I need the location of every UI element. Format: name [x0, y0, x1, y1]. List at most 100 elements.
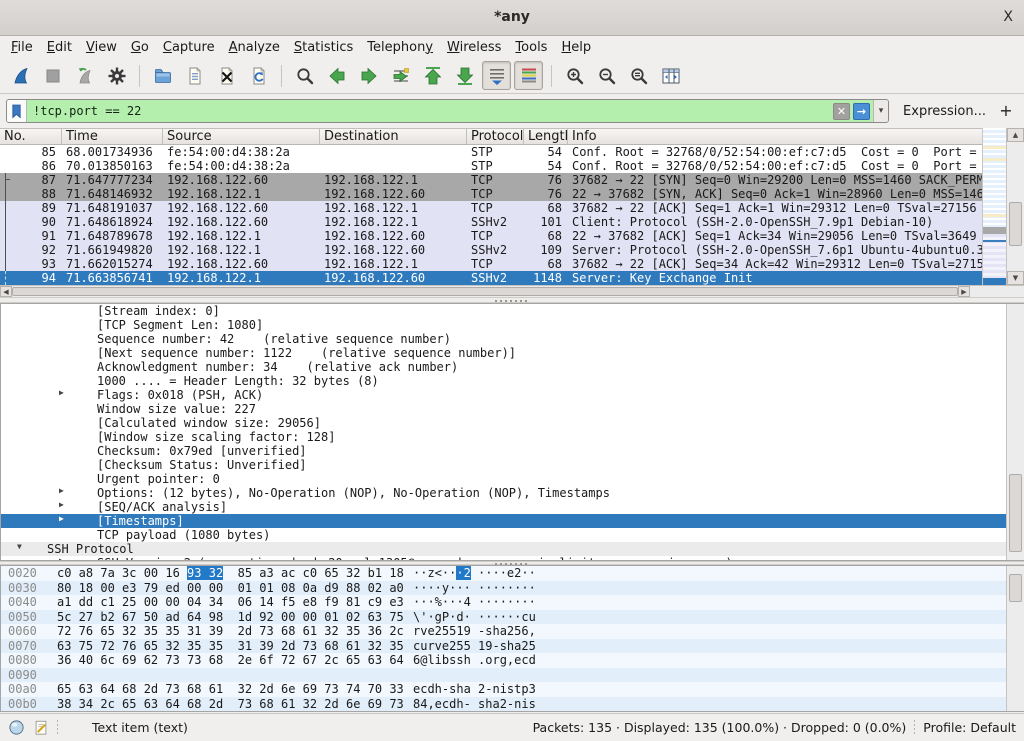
column-header-destination[interactable]: Destination	[320, 129, 467, 144]
packet-row[interactable]: 9371.662015274192.168.122.60192.168.122.…	[0, 257, 982, 271]
go-to-packet-button[interactable]	[386, 61, 415, 90]
hex-row[interactable]: 00505c 27 b2 67 50 ad 64 98 1d 92 00 00 …	[1, 610, 1023, 625]
menu-help[interactable]: Help	[554, 38, 598, 57]
packet-row[interactable]: 8871.648146932192.168.122.1192.168.122.6…	[0, 187, 982, 201]
detail-row[interactable]: [Checksum Status: Unverified]	[1, 458, 1023, 472]
packet-list-hscrollbar[interactable]: ◀ ▶	[0, 285, 970, 297]
bytes-vscrollbar[interactable]	[1006, 566, 1024, 711]
detail-row[interactable]: [TCP Segment Len: 1080]	[1, 318, 1023, 332]
packet-row[interactable]: 9171.648789678192.168.122.1192.168.122.6…	[0, 229, 982, 243]
hex-row[interactable]: 0090	[1, 668, 1023, 683]
detail-row[interactable]: [Window size scaling factor: 128]	[1, 430, 1023, 444]
close-button[interactable]: X	[1003, 9, 1013, 25]
go-last-packet-button[interactable]	[450, 61, 479, 90]
packet-row[interactable]: 8568.001734936fe:54:00:d4:38:2aSTP54Conf…	[0, 145, 982, 159]
scrollbar-thumb[interactable]	[1009, 474, 1022, 552]
restart-capture-button[interactable]	[70, 61, 99, 90]
column-header-time[interactable]: Time	[62, 129, 163, 144]
add-filter-button[interactable]: +	[996, 101, 1016, 121]
expression-button[interactable]: Expression...	[889, 104, 996, 119]
packet-row-selected[interactable]: 9471.663856741192.168.122.1192.168.122.6…	[0, 271, 982, 285]
detail-row[interactable]: [Next sequence number: 1122 (relative se…	[1, 346, 1023, 360]
start-capture-button[interactable]	[6, 61, 35, 90]
hex-row[interactable]: 0040a1 dd c1 25 00 00 04 34 06 14 f5 e8 …	[1, 595, 1023, 610]
hex-row[interactable]: 0020c0 a8 7a 3c 00 16 93 32 85 a3 ac c0 …	[1, 566, 1023, 581]
zoom-out-button[interactable]	[592, 61, 621, 90]
menu-go[interactable]: Go	[124, 38, 156, 57]
menu-statistics[interactable]: Statistics	[287, 38, 360, 57]
detail-row[interactable]: Sequence number: 42 (relative sequence n…	[1, 332, 1023, 346]
menu-edit[interactable]: Edit	[40, 38, 79, 57]
go-back-button[interactable]	[322, 61, 351, 90]
scroll-up-button[interactable]: ▲	[1007, 128, 1024, 142]
packet-list-vscrollbar[interactable]: ▲ ▼	[1006, 128, 1024, 285]
save-capture-file-button[interactable]	[180, 61, 209, 90]
capture-options-button[interactable]	[102, 61, 131, 90]
zoom-in-button[interactable]	[560, 61, 589, 90]
go-forward-button[interactable]	[354, 61, 383, 90]
detail-row[interactable]: 1000 .... = Header Length: 32 bytes (8)	[1, 374, 1023, 388]
packet-minimap[interactable]	[982, 128, 1006, 285]
open-capture-file-button[interactable]	[148, 61, 177, 90]
scroll-right-button[interactable]: ▶	[958, 286, 970, 297]
hex-row[interactable]: 006072 76 65 32 35 35 31 39 2d 73 68 61 …	[1, 624, 1023, 639]
detail-row[interactable]: Acknowledgment number: 34 (relative ack …	[1, 360, 1023, 374]
hex-row[interactable]: 007063 75 72 76 65 32 35 35 31 39 2d 73 …	[1, 639, 1023, 654]
filter-dropdown-button[interactable]: ▾	[873, 100, 888, 122]
capture-comment-button[interactable]	[33, 719, 49, 736]
menu-capture[interactable]: Capture	[156, 38, 222, 57]
scroll-left-button[interactable]: ◀	[0, 286, 12, 297]
hex-row[interactable]: 008036 40 6c 69 62 73 73 68 2e 6f 72 67 …	[1, 653, 1023, 668]
column-header-no[interactable]: No.	[0, 129, 62, 144]
packet-row[interactable]: 8971.648191037192.168.122.60192.168.122.…	[0, 201, 982, 215]
scrollbar-thumb[interactable]	[1009, 202, 1022, 246]
detail-row[interactable]: ▶Flags: 0x018 (PSH, ACK)	[1, 388, 1023, 402]
packet-row[interactable]: 8670.013850163fe:54:00:d4:38:2aSTP54Conf…	[0, 159, 982, 173]
detail-row[interactable]: Window size value: 227	[1, 402, 1023, 416]
close-capture-file-button[interactable]	[212, 61, 241, 90]
hex-row[interactable]: 00a065 63 64 68 2d 73 68 61 32 2d 6e 69 …	[1, 682, 1023, 697]
detail-row[interactable]: ▶[SEQ/ACK analysis]	[1, 500, 1023, 514]
profile-text[interactable]: Profile: Default	[923, 720, 1016, 735]
column-header-length[interactable]: Length	[524, 129, 568, 144]
go-first-packet-button[interactable]	[418, 61, 447, 90]
detail-row[interactable]: Urgent pointer: 0	[1, 472, 1023, 486]
scrollbar-thumb[interactable]	[1009, 574, 1022, 602]
detail-row[interactable]: [Stream index: 0]	[1, 304, 1023, 318]
zoom-reset-button[interactable]	[624, 61, 653, 90]
colorize-toggle-button[interactable]	[514, 61, 543, 90]
scrollbar-thumb[interactable]	[12, 287, 958, 296]
menu-tools[interactable]: Tools	[508, 38, 554, 57]
display-filter-input[interactable]	[27, 100, 833, 122]
hex-row[interactable]: 003080 18 00 e3 79 ed 00 00 01 01 08 0a …	[1, 581, 1023, 596]
detail-row[interactable]: Checksum: 0x79ed [unverified]	[1, 444, 1023, 458]
stop-capture-button[interactable]	[38, 61, 67, 90]
title-bar[interactable]: *any X	[0, 0, 1024, 36]
menu-analyze[interactable]: Analyze	[222, 38, 287, 57]
details-vscrollbar[interactable]	[1006, 304, 1024, 560]
reload-capture-file-button[interactable]	[244, 61, 273, 90]
resize-columns-button[interactable]	[656, 61, 685, 90]
column-header-protocol[interactable]: Protocol	[467, 129, 524, 144]
scroll-down-button[interactable]: ▼	[1007, 271, 1024, 285]
detail-row-protocol-root[interactable]: ▼SSH Protocol	[1, 542, 1023, 556]
menu-telephony[interactable]: Telephony	[360, 38, 440, 57]
packet-row[interactable]: 9271.661949820192.168.122.1192.168.122.6…	[0, 243, 982, 257]
auto-scroll-toggle-button[interactable]	[482, 61, 511, 90]
filter-clear-button[interactable]: ✕	[833, 103, 850, 120]
menu-view[interactable]: View	[79, 38, 124, 57]
detail-row[interactable]: [Calculated window size: 29056]	[1, 416, 1023, 430]
detail-row[interactable]: ▶Options: (12 bytes), No-Operation (NOP)…	[1, 486, 1023, 500]
menu-wireless[interactable]: Wireless	[440, 38, 508, 57]
packet-row[interactable]: 9071.648618924192.168.122.60192.168.122.…	[0, 215, 982, 229]
filter-apply-button[interactable]: →	[853, 103, 870, 120]
menu-file[interactable]: File	[4, 38, 40, 57]
column-header-info[interactable]: Info	[568, 129, 982, 144]
column-header-source[interactable]: Source	[163, 129, 320, 144]
expert-info-button[interactable]	[8, 719, 25, 736]
hex-row[interactable]: 00b038 34 2c 65 63 64 68 2d 73 68 61 32 …	[1, 697, 1023, 712]
packet-row[interactable]: 8771.647777234192.168.122.60192.168.122.…	[0, 173, 982, 187]
detail-row-selected[interactable]: ▶[Timestamps]	[1, 514, 1023, 528]
filter-bookmark-button[interactable]	[7, 100, 27, 122]
find-packet-button[interactable]	[290, 61, 319, 90]
